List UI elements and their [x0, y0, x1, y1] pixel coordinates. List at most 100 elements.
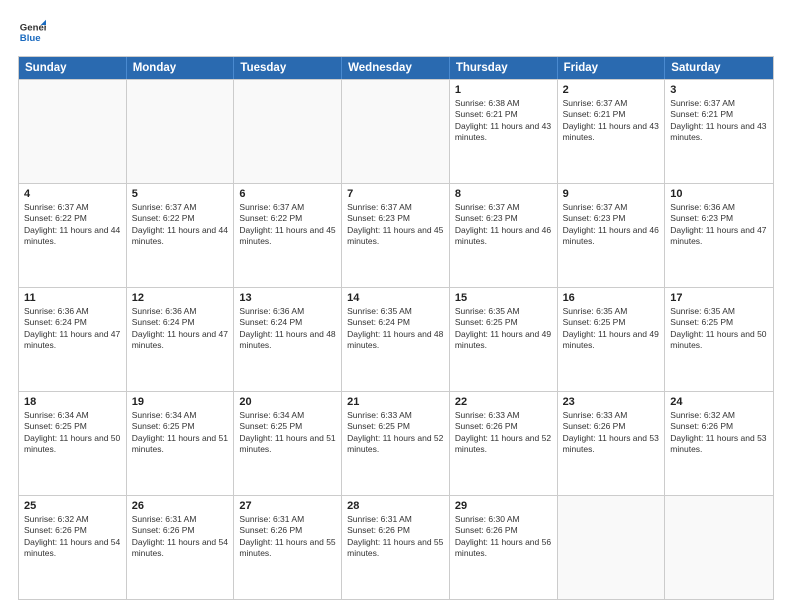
weekday-header-tuesday: Tuesday	[234, 57, 342, 79]
header: General Blue	[18, 18, 774, 46]
calendar-body: 1 Sunrise: 6:38 AM Sunset: 6:21 PM Daylig…	[19, 79, 773, 599]
cell-info: Sunrise: 6:32 AM Sunset: 6:26 PM Dayligh…	[670, 410, 768, 456]
calendar-cell-1-4: 8 Sunrise: 6:37 AM Sunset: 6:23 PM Daylig…	[450, 184, 558, 287]
calendar-cell-0-6: 3 Sunrise: 6:37 AM Sunset: 6:21 PM Daylig…	[665, 80, 773, 183]
cell-info: Sunrise: 6:35 AM Sunset: 6:25 PM Dayligh…	[563, 306, 660, 352]
calendar-cell-2-1: 12 Sunrise: 6:36 AM Sunset: 6:24 PM Dayli…	[127, 288, 235, 391]
calendar-cell-3-6: 24 Sunrise: 6:32 AM Sunset: 6:26 PM Dayli…	[665, 392, 773, 495]
calendar-cell-0-5: 2 Sunrise: 6:37 AM Sunset: 6:21 PM Daylig…	[558, 80, 666, 183]
cell-info: Sunrise: 6:33 AM Sunset: 6:26 PM Dayligh…	[455, 410, 552, 456]
cell-info: Sunrise: 6:37 AM Sunset: 6:23 PM Dayligh…	[347, 202, 444, 248]
calendar-cell-1-2: 6Sunrise: 6:37 AM Sunset: 6:22 PM Daylig…	[234, 184, 342, 287]
calendar-cell-2-5: 16 Sunrise: 6:35 AM Sunset: 6:25 PM Dayli…	[558, 288, 666, 391]
weekday-header-thursday: Thursday	[450, 57, 558, 79]
cell-info: Sunrise: 6:31 AM Sunset: 6:26 PM Dayligh…	[239, 514, 336, 560]
weekday-header-monday: Monday	[127, 57, 235, 79]
day-number: 11	[24, 292, 121, 304]
weekday-header-wednesday: Wednesday	[342, 57, 450, 79]
calendar-cell-4-1: 26 Sunrise: 6:31 AM Sunset: 6:26 PM Dayli…	[127, 496, 235, 599]
day-number: 8	[455, 188, 552, 200]
calendar-cell-4-5	[558, 496, 666, 599]
calendar-cell-2-3: 14 Sunrise: 6:35 AM Sunset: 6:24 PM Dayli…	[342, 288, 450, 391]
calendar-header-row: SundayMondayTuesdayWednesdayThursdayFrid…	[19, 57, 773, 79]
calendar-cell-2-0: 11 Sunrise: 6:36 AM Sunset: 6:24 PM Dayli…	[19, 288, 127, 391]
weekday-header-sunday: Sunday	[19, 57, 127, 79]
weekday-header-friday: Friday	[558, 57, 666, 79]
calendar-cell-1-3: 7Sunrise: 6:37 AM Sunset: 6:23 PM Daylig…	[342, 184, 450, 287]
day-number: 25	[24, 500, 121, 512]
cell-info: Sunrise: 6:34 AM Sunset: 6:25 PM Dayligh…	[239, 410, 336, 456]
cell-info: Sunrise: 6:36 AM Sunset: 6:23 PM Dayligh…	[670, 202, 768, 248]
calendar-cell-1-0: 4 Sunrise: 6:37 AM Sunset: 6:22 PM Daylig…	[19, 184, 127, 287]
cell-info: Sunrise: 6:33 AM Sunset: 6:26 PM Dayligh…	[563, 410, 660, 456]
day-number: 28	[347, 500, 444, 512]
calendar-cell-3-2: 20 Sunrise: 6:34 AM Sunset: 6:25 PM Dayli…	[234, 392, 342, 495]
cell-info: Sunrise: 6:37 AM Sunset: 6:21 PM Dayligh…	[563, 98, 660, 144]
day-number: 16	[563, 292, 660, 304]
calendar-cell-1-5: 9Sunrise: 6:37 AM Sunset: 6:23 PM Daylig…	[558, 184, 666, 287]
day-number: 2	[563, 84, 660, 96]
cell-info: Sunrise: 6:36 AM Sunset: 6:24 PM Dayligh…	[132, 306, 229, 352]
day-number: 1	[455, 84, 552, 96]
cell-info: Sunrise: 6:37 AM Sunset: 6:21 PM Dayligh…	[670, 98, 768, 144]
calendar-cell-2-6: 17Sunrise: 6:35 AM Sunset: 6:25 PM Dayli…	[665, 288, 773, 391]
svg-text:Blue: Blue	[20, 33, 41, 44]
cell-info: Sunrise: 6:36 AM Sunset: 6:24 PM Dayligh…	[24, 306, 121, 352]
cell-info: Sunrise: 6:33 AM Sunset: 6:25 PM Dayligh…	[347, 410, 444, 456]
cell-info: Sunrise: 6:32 AM Sunset: 6:26 PM Dayligh…	[24, 514, 121, 560]
cell-info: Sunrise: 6:34 AM Sunset: 6:25 PM Dayligh…	[24, 410, 121, 456]
cell-info: Sunrise: 6:37 AM Sunset: 6:22 PM Dayligh…	[132, 202, 229, 248]
calendar-cell-3-4: 22 Sunrise: 6:33 AM Sunset: 6:26 PM Dayli…	[450, 392, 558, 495]
day-number: 27	[239, 500, 336, 512]
cell-info: Sunrise: 6:35 AM Sunset: 6:24 PM Dayligh…	[347, 306, 444, 352]
logo: General Blue	[18, 18, 50, 46]
calendar-cell-4-0: 25 Sunrise: 6:32 AM Sunset: 6:26 PM Dayli…	[19, 496, 127, 599]
cell-info: Sunrise: 6:31 AM Sunset: 6:26 PM Dayligh…	[132, 514, 229, 560]
calendar-cell-4-6	[665, 496, 773, 599]
day-number: 12	[132, 292, 229, 304]
weekday-header-saturday: Saturday	[665, 57, 773, 79]
cell-info: Sunrise: 6:31 AM Sunset: 6:26 PM Dayligh…	[347, 514, 444, 560]
day-number: 18	[24, 396, 121, 408]
day-number: 19	[132, 396, 229, 408]
day-number: 9	[563, 188, 660, 200]
calendar-cell-0-3	[342, 80, 450, 183]
calendar-cell-3-5: 23Sunrise: 6:33 AM Sunset: 6:26 PM Dayli…	[558, 392, 666, 495]
day-number: 5	[132, 188, 229, 200]
calendar-row-0: 1 Sunrise: 6:38 AM Sunset: 6:21 PM Daylig…	[19, 79, 773, 183]
cell-info: Sunrise: 6:34 AM Sunset: 6:25 PM Dayligh…	[132, 410, 229, 456]
day-number: 3	[670, 84, 768, 96]
calendar-row-1: 4 Sunrise: 6:37 AM Sunset: 6:22 PM Daylig…	[19, 183, 773, 287]
day-number: 20	[239, 396, 336, 408]
calendar-cell-1-1: 5 Sunrise: 6:37 AM Sunset: 6:22 PM Daylig…	[127, 184, 235, 287]
calendar-cell-4-2: 27 Sunrise: 6:31 AM Sunset: 6:26 PM Dayli…	[234, 496, 342, 599]
day-number: 4	[24, 188, 121, 200]
day-number: 26	[132, 500, 229, 512]
calendar-cell-2-4: 15 Sunrise: 6:35 AM Sunset: 6:25 PM Dayli…	[450, 288, 558, 391]
calendar-row-4: 25 Sunrise: 6:32 AM Sunset: 6:26 PM Dayli…	[19, 495, 773, 599]
calendar: SundayMondayTuesdayWednesdayThursdayFrid…	[18, 56, 774, 600]
day-number: 21	[347, 396, 444, 408]
day-number: 6	[239, 188, 336, 200]
day-number: 14	[347, 292, 444, 304]
calendar-cell-0-4: 1 Sunrise: 6:38 AM Sunset: 6:21 PM Daylig…	[450, 80, 558, 183]
calendar-cell-1-6: 10 Sunrise: 6:36 AM Sunset: 6:23 PM Dayli…	[665, 184, 773, 287]
page: General Blue SundayMondayTuesdayWednesda…	[0, 0, 792, 612]
calendar-cell-0-1	[127, 80, 235, 183]
day-number: 10	[670, 188, 768, 200]
day-number: 17	[670, 292, 768, 304]
day-number: 24	[670, 396, 768, 408]
calendar-row-2: 11 Sunrise: 6:36 AM Sunset: 6:24 PM Dayli…	[19, 287, 773, 391]
logo-icon: General Blue	[18, 18, 46, 46]
calendar-row-3: 18 Sunrise: 6:34 AM Sunset: 6:25 PM Dayli…	[19, 391, 773, 495]
cell-info: Sunrise: 6:35 AM Sunset: 6:25 PM Dayligh…	[455, 306, 552, 352]
calendar-cell-3-3: 21 Sunrise: 6:33 AM Sunset: 6:25 PM Dayli…	[342, 392, 450, 495]
cell-info: Sunrise: 6:38 AM Sunset: 6:21 PM Dayligh…	[455, 98, 552, 144]
calendar-cell-0-2	[234, 80, 342, 183]
day-number: 22	[455, 396, 552, 408]
cell-info: Sunrise: 6:37 AM Sunset: 6:23 PM Dayligh…	[455, 202, 552, 248]
calendar-cell-3-0: 18 Sunrise: 6:34 AM Sunset: 6:25 PM Dayli…	[19, 392, 127, 495]
cell-info: Sunrise: 6:30 AM Sunset: 6:26 PM Dayligh…	[455, 514, 552, 560]
day-number: 15	[455, 292, 552, 304]
cell-info: Sunrise: 6:37 AM Sunset: 6:22 PM Dayligh…	[24, 202, 121, 248]
